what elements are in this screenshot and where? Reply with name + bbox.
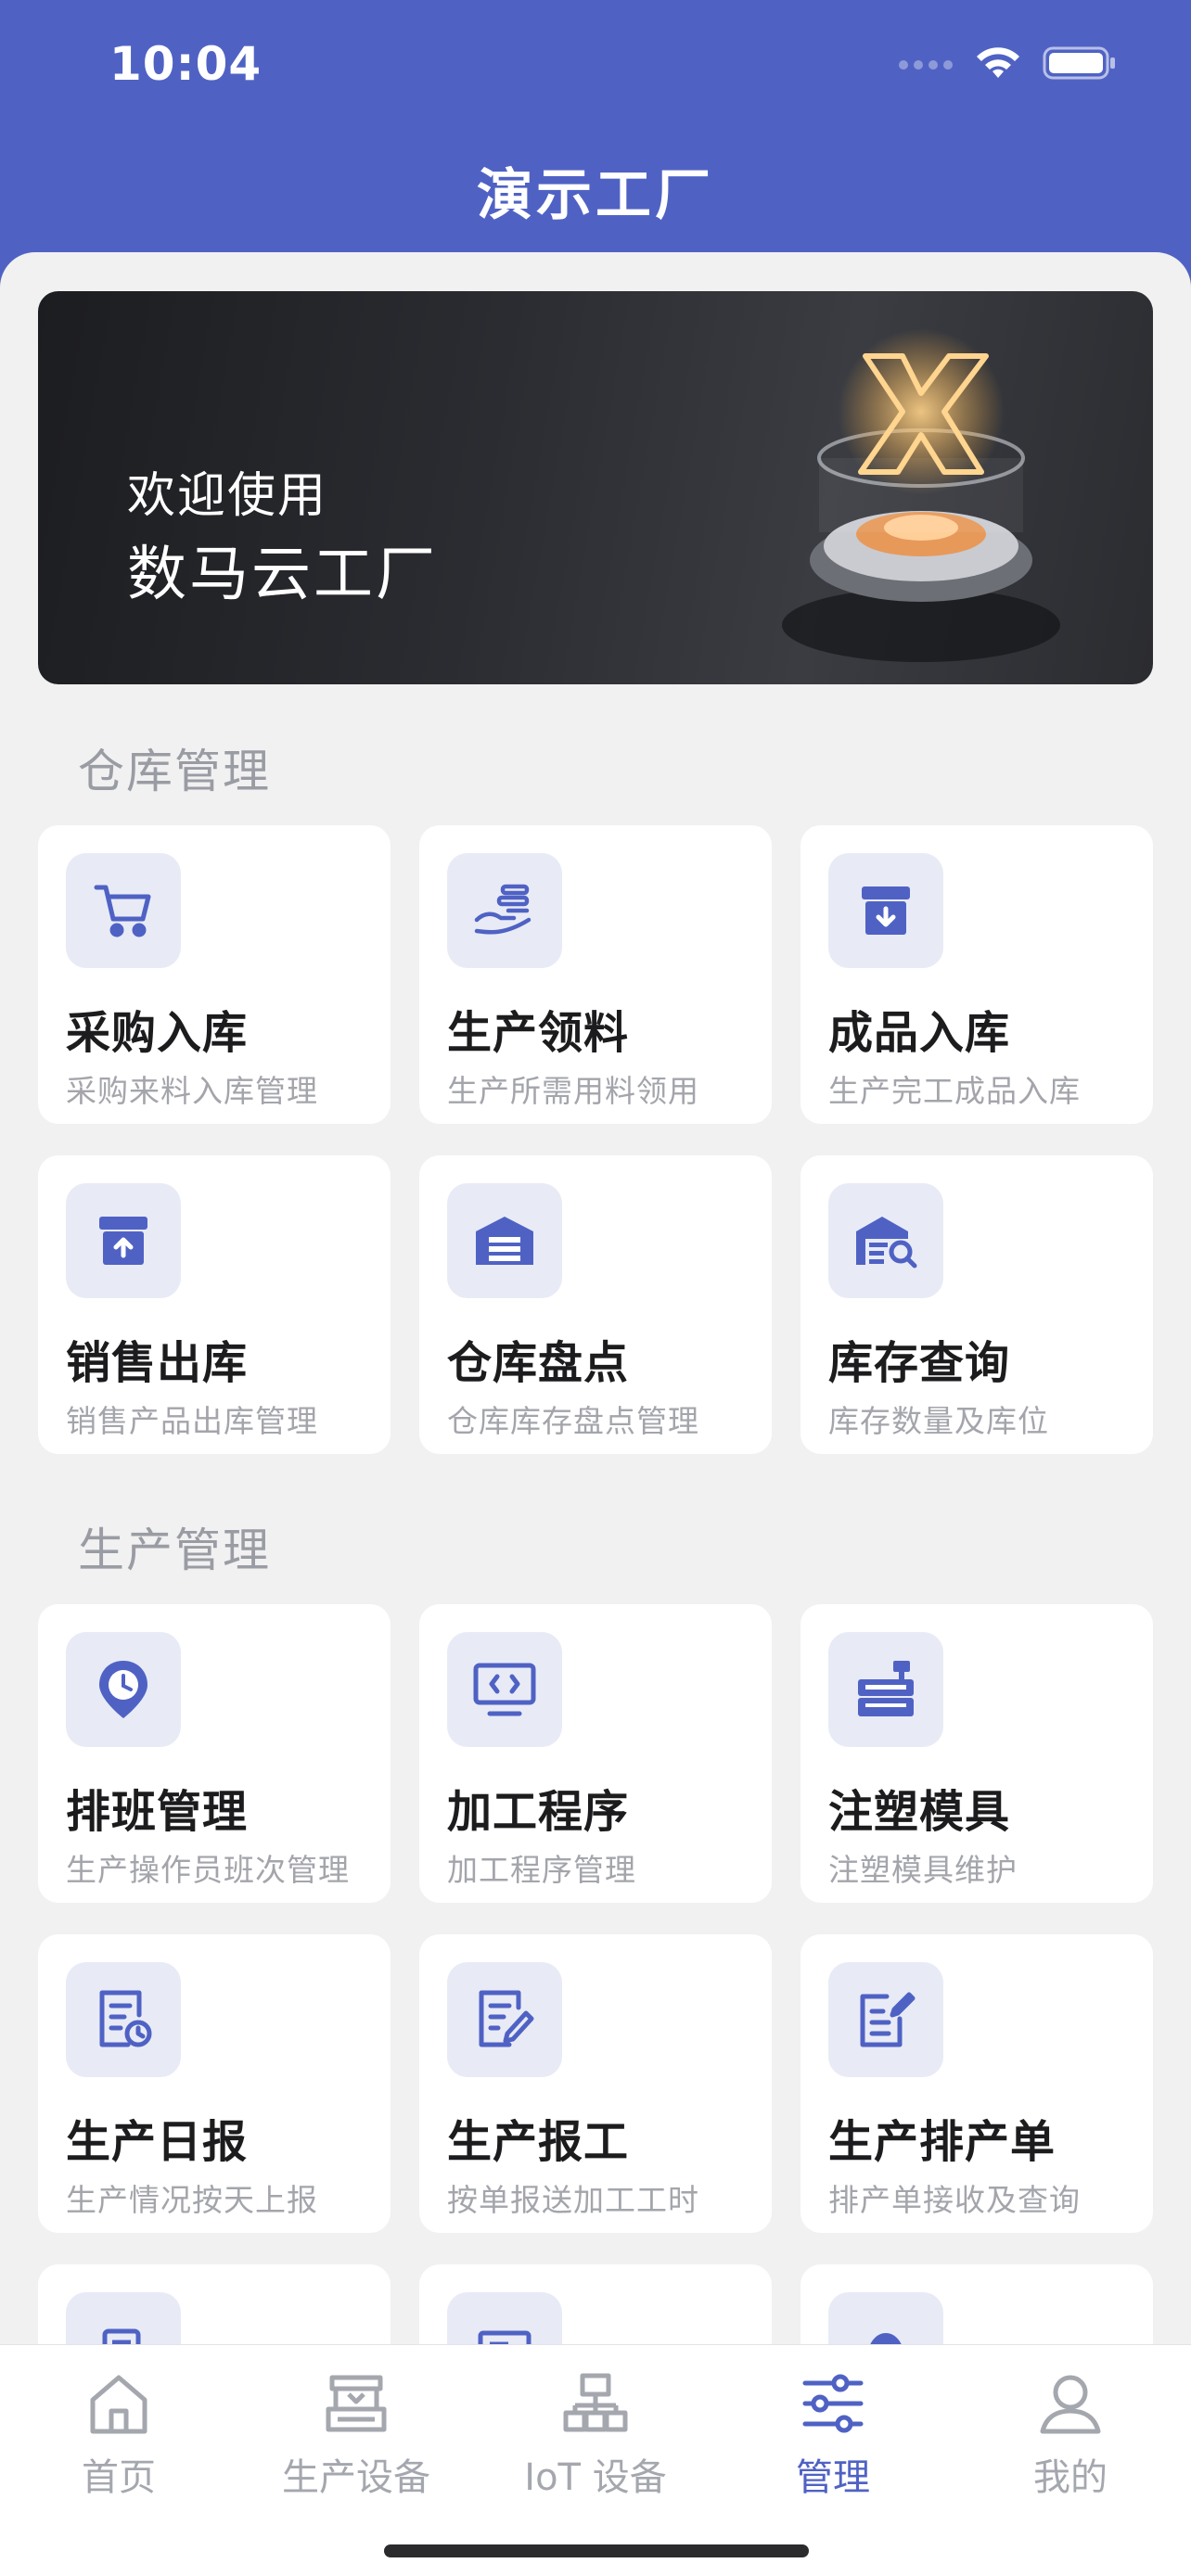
status-time: 10:04: [109, 37, 263, 91]
page-title: 演示工厂: [477, 163, 714, 228]
status-icons: [898, 45, 1117, 82]
card-shift-management[interactable]: 排班管理 生产操作员班次管理: [38, 1604, 391, 1903]
card-material-requisition[interactable]: 生产领料 生产所需用料领用: [419, 825, 772, 1124]
card-desc: 生产情况按天上报: [66, 2182, 318, 2218]
card-title: 生产日报: [66, 2116, 249, 2168]
welcome-banner[interactable]: 欢迎使用 数马云工厂: [38, 291, 1153, 684]
code-monitor-icon: [447, 1632, 562, 1747]
equipment-icon: [237, 2362, 475, 2445]
card-desc: 生产所需用料领用: [447, 1073, 699, 1109]
box-out-icon: [66, 1183, 181, 1298]
card-inventory-count[interactable]: 仓库盘点 仓库库存盘点管理: [419, 1155, 772, 1454]
card-desc: 销售产品出库管理: [66, 1403, 318, 1439]
card-work-report[interactable]: 生产报工 按单报送加工工时: [419, 1934, 772, 2233]
card-desc: 仓库库存盘点管理: [447, 1403, 699, 1439]
section-title-warehouse: 仓库管理: [78, 745, 271, 798]
card-desc: 库存数量及库位: [828, 1403, 1049, 1439]
status-bar: 10:04: [0, 0, 1191, 139]
card-title: 加工程序: [447, 1786, 630, 1838]
clock-pin-icon: [66, 1632, 181, 1747]
schedule-doc-icon: [828, 1962, 943, 2077]
card-title: 仓库盘点: [447, 1337, 630, 1389]
section-title-production: 生产管理: [78, 1524, 271, 1577]
iot-network-icon: [477, 2362, 714, 2445]
tab-iot-devices[interactable]: IoT 设备: [477, 2362, 714, 2501]
card-title: 生产领料: [447, 1007, 630, 1059]
main-content: 欢迎使用 数马云工厂 仓库管理 采购入库 采购来料入库管理 生产领料 生产所需用…: [0, 252, 1191, 2576]
battery-icon: [1043, 46, 1115, 80]
card-finished-inbound[interactable]: 成品入库 生产完工成品入库: [800, 825, 1153, 1124]
chip-logo-illustration: [782, 328, 1060, 662]
tab-label: IoT 设备: [524, 2456, 667, 2499]
tab-profile[interactable]: 我的: [952, 2362, 1189, 2501]
card-title: 成品入库: [828, 1007, 1011, 1059]
tab-label: 首页: [82, 2456, 156, 2499]
card-purchase-inbound[interactable]: 采购入库 采购来料入库管理: [38, 825, 391, 1124]
card-injection-mold[interactable]: 注塑模具 注塑模具维护: [800, 1604, 1153, 1903]
card-desc: 注塑模具维护: [828, 1852, 1018, 1888]
card-desc: 采购来料入库管理: [66, 1073, 318, 1109]
tab-label: 生产设备: [282, 2456, 430, 2499]
card-desc: 按单报送加工工时: [447, 2182, 699, 2218]
card-title: 排班管理: [66, 1786, 249, 1838]
cart-icon: [66, 853, 181, 968]
card-production-schedule[interactable]: 生产排产单 排产单接收及查询: [800, 1934, 1153, 2233]
machine-icon: [828, 1632, 943, 1747]
card-title: 采购入库: [66, 1007, 249, 1059]
card-desc: 排产单接收及查询: [828, 2182, 1081, 2218]
card-desc: 加工程序管理: [447, 1852, 636, 1888]
card-sales-outbound[interactable]: 销售出库 销售产品出库管理: [38, 1155, 391, 1454]
user-icon: [952, 2362, 1189, 2445]
card-desc: 生产操作员班次管理: [66, 1852, 350, 1888]
card-title: 库存查询: [828, 1337, 1011, 1389]
card-machining-program[interactable]: 加工程序 加工程序管理: [419, 1604, 772, 1903]
card-desc: 生产完工成品入库: [828, 1073, 1081, 1109]
home-icon: [0, 2362, 237, 2445]
card-title: 销售出库: [66, 1337, 249, 1389]
tab-management[interactable]: 管理: [714, 2362, 952, 2501]
warehouse-search-icon: [828, 1183, 943, 1298]
card-title: 生产排产单: [828, 2116, 1057, 2168]
banner-app-name: 数马云工厂: [127, 541, 438, 609]
banner-welcome-text: 欢迎使用: [127, 468, 328, 524]
edit-doc-icon: [447, 1962, 562, 2077]
card-title: 注塑模具: [828, 1786, 1011, 1838]
warehouse-icon: [447, 1183, 562, 1298]
hand-coins-icon: [447, 853, 562, 968]
card-stock-query[interactable]: 库存查询 库存数量及库位: [800, 1155, 1153, 1454]
wifi-icon: [977, 47, 1019, 78]
sliders-icon: [714, 2362, 952, 2445]
report-icon: [66, 1962, 181, 2077]
tab-label: 管理: [796, 2456, 870, 2499]
tab-equipment[interactable]: 生产设备: [237, 2362, 475, 2501]
tab-label: 我的: [1033, 2456, 1108, 2499]
signal-icon: [899, 60, 953, 70]
card-daily-report[interactable]: 生产日报 生产情况按天上报: [38, 1934, 391, 2233]
box-in-icon: [828, 853, 943, 968]
home-indicator[interactable]: [384, 2544, 809, 2557]
tab-home[interactable]: 首页: [0, 2362, 237, 2501]
bottom-tab-bar: 首页 生产设备 IoT 设备 管理 我的: [0, 2344, 1191, 2576]
card-title: 生产报工: [447, 2116, 630, 2168]
